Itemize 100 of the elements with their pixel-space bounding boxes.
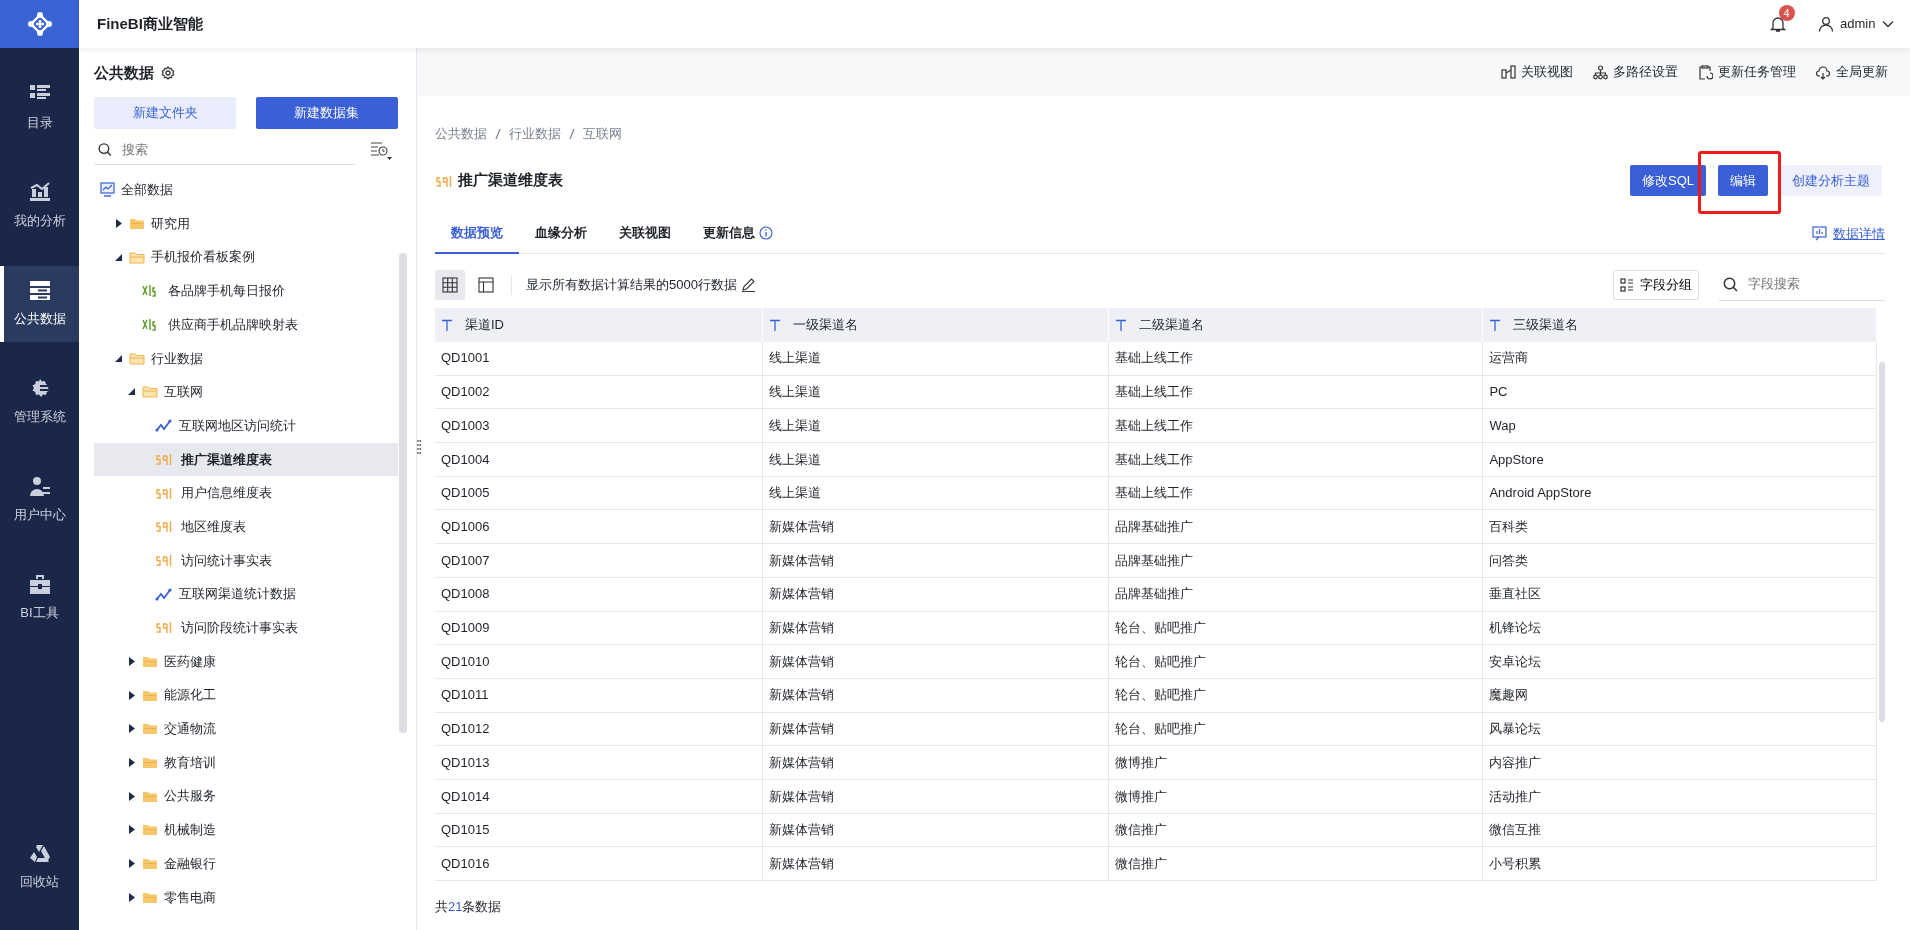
data-details-link[interactable]: 数据详情 bbox=[1812, 224, 1885, 253]
folder-icon bbox=[129, 351, 145, 365]
tree-item[interactable]: 研究用 bbox=[94, 206, 398, 241]
table-cell: 新媒体营销 bbox=[762, 509, 1109, 544]
column-header[interactable]: 三级渠道名 bbox=[1513, 314, 1579, 335]
tree-item[interactable]: 能源化工 bbox=[94, 678, 398, 712]
sidebar-item[interactable]: 管理系统 bbox=[0, 364, 79, 440]
field-group-button[interactable]: 字段分组 bbox=[1613, 269, 1699, 300]
tree-item[interactable]: 行业数据 bbox=[94, 341, 398, 376]
folder-icon bbox=[142, 385, 158, 399]
breadcrumb-link[interactable]: 行业数据 bbox=[509, 124, 561, 144]
new-folder-button[interactable]: 新建文件夹 bbox=[94, 96, 236, 129]
tab[interactable]: 更新信息 bbox=[687, 223, 789, 254]
column-header[interactable]: 渠道ID bbox=[465, 314, 504, 335]
server-icon bbox=[28, 279, 51, 301]
table-cell: 基础上线工作 bbox=[1108, 375, 1483, 409]
create-topic-button[interactable]: 创建分析主题 bbox=[1780, 165, 1882, 196]
sidebar-item[interactable]: BI工具 bbox=[0, 560, 79, 636]
resize-handle[interactable] bbox=[417, 440, 421, 454]
search-field[interactable]: 搜索 bbox=[119, 138, 356, 161]
pencil-icon[interactable] bbox=[740, 277, 756, 292]
row-count-text: 共21条数据 bbox=[434, 898, 503, 916]
user-icon bbox=[1817, 16, 1834, 32]
column-header[interactable]: 一级渠道名 bbox=[792, 314, 858, 335]
table-cell: 机锋论坛 bbox=[1482, 611, 1877, 645]
field-search-field[interactable]: 字段搜索 bbox=[1746, 273, 1885, 295]
caret-right-icon[interactable] bbox=[127, 791, 136, 801]
tree-item[interactable]: 医药健康 bbox=[94, 644, 398, 679]
settings-icon[interactable] bbox=[160, 66, 175, 81]
table-cell: 新媒体营销 bbox=[762, 543, 1109, 578]
toolbar-button[interactable]: 更新任务管理 bbox=[1698, 62, 1796, 82]
info-icon bbox=[759, 225, 773, 240]
table-cell: 线上渠道 bbox=[762, 476, 1109, 510]
tree-item[interactable]: 地区维度表 bbox=[94, 509, 398, 544]
new-dataset-button[interactable]: 新建数据集 bbox=[255, 96, 398, 129]
tree-item[interactable]: 各品牌手机每日报价 bbox=[94, 274, 398, 308]
table-cell: QD1002 bbox=[435, 375, 763, 409]
user-name[interactable]: admin bbox=[1840, 14, 1876, 34]
table-cell: 线上渠道 bbox=[762, 341, 1109, 376]
tab[interactable]: 数据预览 bbox=[435, 223, 519, 254]
caret-down-icon[interactable] bbox=[114, 353, 123, 363]
sort-filter-icon[interactable] bbox=[370, 140, 392, 160]
table-cell: QD1016 bbox=[435, 846, 763, 881]
caret-right-icon[interactable] bbox=[127, 859, 136, 869]
toolbar-button[interactable]: 关联视图 bbox=[1501, 62, 1573, 82]
edit-sql-button[interactable]: 修改SQL bbox=[1630, 165, 1706, 196]
sidebar-item[interactable]: 我的分析 bbox=[0, 168, 79, 244]
caret-right-icon[interactable] bbox=[114, 219, 123, 229]
column-header[interactable]: 二级渠道名 bbox=[1138, 314, 1204, 335]
tree-item[interactable]: 供应商手机品牌映射表 bbox=[94, 307, 398, 342]
row-limit-text: 显示所有数据计算结果的5000行数据 bbox=[526, 275, 737, 294]
toolbar-button[interactable]: 全局更新 bbox=[1816, 62, 1888, 82]
view-toggle[interactable] bbox=[435, 269, 465, 300]
tree-item[interactable]: 互联网地区访问统计 bbox=[94, 408, 398, 443]
monitor-chart-icon bbox=[1812, 226, 1827, 242]
sidebar-item[interactable]: 回收站 bbox=[0, 829, 79, 905]
table-cell: 微信推广 bbox=[1108, 813, 1483, 847]
table-cell: 新媒体营销 bbox=[762, 611, 1109, 645]
caret-right-icon[interactable] bbox=[127, 758, 136, 768]
tree-item[interactable]: 访问统计事实表 bbox=[94, 543, 398, 578]
tree-item[interactable]: 机械制造 bbox=[94, 813, 398, 847]
folder-icon bbox=[142, 688, 158, 702]
search-icon bbox=[1723, 276, 1738, 292]
tree-item[interactable]: 公共服务 bbox=[94, 779, 398, 814]
breadcrumb-link[interactable]: 互联网 bbox=[583, 124, 622, 144]
scrollbar[interactable] bbox=[1879, 361, 1885, 722]
tree-item[interactable]: 教育培训 bbox=[94, 745, 398, 780]
caret-down-icon[interactable] bbox=[114, 252, 123, 262]
table-cell: 小号积累 bbox=[1482, 846, 1877, 881]
notification-bell-icon[interactable] bbox=[1769, 16, 1786, 34]
folder-icon bbox=[129, 250, 145, 264]
caret-down-icon[interactable] bbox=[127, 387, 136, 397]
sidebar-item[interactable]: 目录 bbox=[0, 70, 79, 146]
caret-right-icon[interactable] bbox=[127, 825, 136, 835]
toolbar-button[interactable]: 多路径设置 bbox=[1593, 62, 1678, 82]
tree-item[interactable]: 金融银行 bbox=[94, 846, 398, 881]
tree-item[interactable]: 访问阶段统计事实表 bbox=[94, 610, 398, 645]
edit-button[interactable]: 编辑 bbox=[1718, 165, 1768, 196]
table-cell: 品牌基础推广 bbox=[1108, 543, 1483, 578]
tab[interactable]: 血缘分析 bbox=[519, 223, 603, 254]
slash-icon bbox=[495, 127, 501, 140]
tree-item[interactable]: 用户信息维度表 bbox=[94, 476, 398, 510]
tree-item[interactable]: 交通物流 bbox=[94, 712, 398, 746]
caret-right-icon[interactable] bbox=[127, 656, 136, 666]
sidebar-item[interactable]: 公共数据 bbox=[0, 266, 79, 342]
tree-item[interactable]: 推广渠道维度表 bbox=[94, 442, 398, 477]
tree-item[interactable]: 全部数据 bbox=[94, 173, 398, 207]
tree-item[interactable]: 互联网渠道统计数据 bbox=[94, 577, 398, 611]
scrollbar[interactable] bbox=[399, 253, 407, 733]
tab[interactable]: 关联视图 bbox=[603, 223, 687, 254]
tree-item[interactable]: 手机报价看板案例 bbox=[94, 240, 398, 275]
caret-right-icon[interactable] bbox=[127, 690, 136, 700]
hierarchy-icon bbox=[1593, 64, 1608, 80]
tree-item[interactable]: 互联网 bbox=[94, 375, 398, 409]
caret-right-icon[interactable] bbox=[127, 724, 136, 734]
tree-item[interactable]: 零售电商 bbox=[94, 880, 398, 915]
chevron-down-icon[interactable] bbox=[1882, 20, 1894, 28]
sidebar-item[interactable]: 用户中心 bbox=[0, 462, 79, 538]
caret-right-icon[interactable] bbox=[127, 892, 136, 902]
breadcrumb-link[interactable]: 公共数据 bbox=[435, 124, 487, 144]
